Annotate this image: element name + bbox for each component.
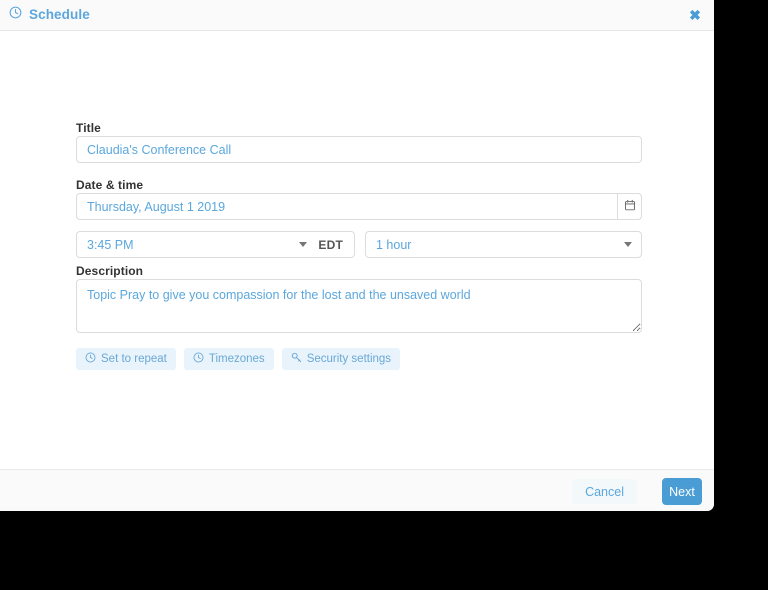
- close-icon[interactable]: ✖: [687, 7, 703, 23]
- duration-select[interactable]: 1 hour: [365, 231, 642, 258]
- security-settings-label: Security settings: [306, 353, 392, 365]
- time-select-group[interactable]: 3:45 PM EDT: [76, 231, 355, 258]
- datetime-label: Date & time: [76, 178, 144, 192]
- key-icon: [291, 352, 302, 366]
- date-input[interactable]: [76, 193, 617, 220]
- page-title: Schedule: [29, 6, 90, 22]
- modal-header: Schedule ✖: [0, 0, 714, 31]
- description-textarea[interactable]: [76, 279, 642, 333]
- timezones-button[interactable]: Timezones: [183, 348, 274, 370]
- clock-icon: [9, 6, 22, 22]
- set-to-repeat-label: Set to repeat: [101, 353, 167, 365]
- set-to-repeat-button[interactable]: Set to repeat: [76, 348, 176, 370]
- modal-footer: Cancel Next: [0, 469, 714, 511]
- title-label: Title: [76, 121, 101, 135]
- duration-select-value[interactable]: 1 hour: [366, 238, 624, 252]
- chevron-down-icon: [624, 242, 632, 247]
- calendar-picker-button[interactable]: [617, 193, 642, 220]
- title-input[interactable]: [76, 136, 642, 163]
- schedule-modal: Schedule ✖ Title Date & time: [0, 0, 714, 511]
- security-settings-button[interactable]: Security settings: [281, 348, 401, 370]
- clock-icon: [193, 352, 204, 366]
- clock-icon: [85, 352, 96, 366]
- chevron-down-icon: [299, 242, 308, 247]
- modal-body: Title Date & time 3:45 PM: [0, 32, 714, 469]
- time-select-value[interactable]: 3:45 PM: [77, 238, 299, 252]
- next-button[interactable]: Next: [662, 478, 702, 505]
- timezones-label: Timezones: [208, 353, 265, 365]
- description-label: Description: [76, 264, 144, 278]
- timezone-label: EDT: [318, 237, 343, 252]
- modal-title-group: Schedule: [9, 6, 90, 22]
- cancel-button[interactable]: Cancel: [572, 479, 637, 504]
- options-chip-row: Set to repeat Timezones Security setting…: [76, 348, 401, 370]
- calendar-icon: [624, 199, 636, 214]
- screen: Schedule ✖ Title Date & time: [0, 0, 768, 590]
